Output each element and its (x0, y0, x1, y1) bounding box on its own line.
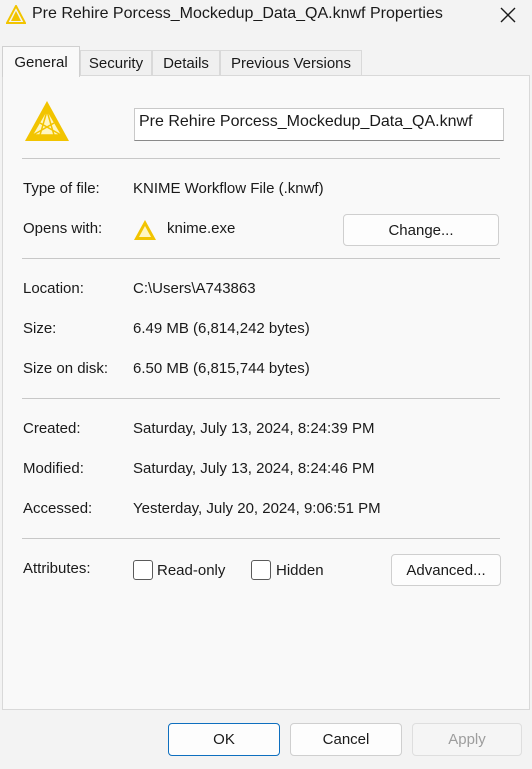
general-panel: Pre Rehire Porcess_Mockedup_Data_QA.knwf… (2, 75, 530, 710)
divider (22, 538, 500, 539)
size-on-disk-value: 6.50 MB (6,815,744 bytes) (133, 360, 310, 377)
location-value: C:\Users\A743863 (133, 280, 256, 297)
file-name-field[interactable]: Pre Rehire Porcess_Mockedup_Data_QA.knwf (134, 108, 504, 141)
tab-bar: General Security Details Previous Versio… (2, 46, 530, 77)
hidden-label: Hidden (276, 562, 324, 579)
type-value: KNIME Workflow File (.knwf) (133, 180, 324, 197)
apply-button[interactable]: Apply (412, 723, 522, 756)
attributes-label: Attributes: (23, 560, 91, 577)
ok-button[interactable]: OK (168, 723, 280, 756)
dialog-footer: OK Cancel Apply (0, 710, 532, 769)
advanced-button[interactable]: Advanced... (391, 554, 501, 586)
divider (22, 158, 500, 159)
tab-previous-versions[interactable]: Previous Versions (220, 50, 362, 76)
created-value: Saturday, July 13, 2024, 8:24:39 PM (133, 420, 375, 437)
size-value: 6.49 MB (6,814,242 bytes) (133, 320, 310, 337)
hidden-checkbox[interactable] (251, 560, 271, 580)
read-only-checkbox[interactable] (133, 560, 153, 580)
divider (22, 398, 500, 399)
title-bar: Pre Rehire Porcess_Mockedup_Data_QA.knwf… (0, 0, 532, 34)
location-label: Location: (23, 280, 84, 297)
read-only-label: Read-only (157, 562, 226, 579)
cancel-button[interactable]: Cancel (290, 723, 402, 756)
accessed-label: Accessed: (23, 500, 93, 517)
divider (22, 258, 500, 259)
modified-label: Modified: (23, 460, 84, 477)
close-button[interactable] (488, 0, 528, 30)
modified-value: Saturday, July 13, 2024, 8:24:46 PM (133, 460, 375, 477)
opens-value: knime.exe (167, 220, 236, 237)
close-icon (500, 7, 516, 23)
window-title: Pre Rehire Porcess_Mockedup_Data_QA.knwf… (32, 5, 443, 22)
knime-logo-icon (6, 5, 26, 24)
created-label: Created: (23, 420, 81, 437)
opens-label: Opens with: (23, 220, 103, 237)
knime-exe-icon (134, 220, 156, 240)
accessed-value: Yesterday, July 20, 2024, 9:06:51 PM (133, 500, 381, 517)
type-label: Type of file: (23, 180, 100, 197)
tab-security[interactable]: Security (80, 50, 152, 76)
knime-logo-icon (25, 101, 69, 141)
tab-general[interactable]: General (2, 46, 80, 77)
change-button[interactable]: Change... (343, 214, 499, 246)
size-on-disk-label: Size on disk: (23, 360, 109, 377)
tab-details[interactable]: Details (152, 50, 220, 76)
size-label: Size: (23, 320, 57, 337)
